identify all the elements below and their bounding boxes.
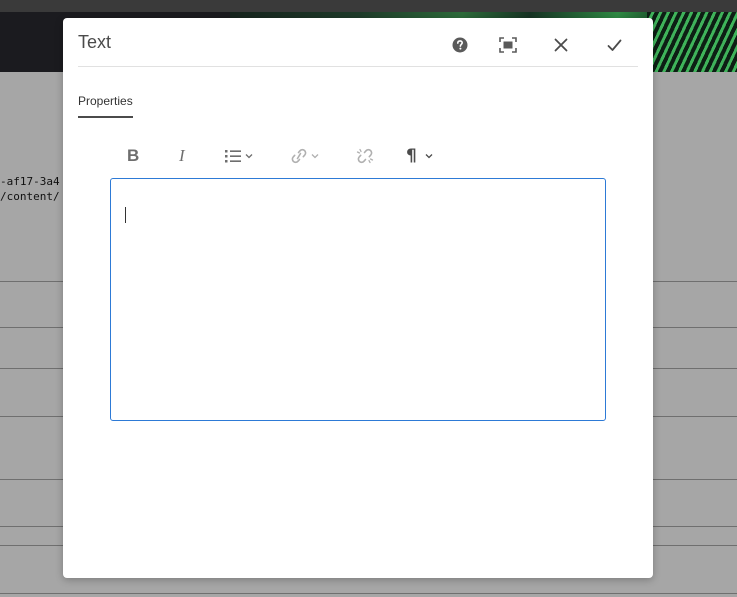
done-button[interactable] [601,32,627,58]
background-code-line: /content/ [0,190,60,203]
background-topbar [0,0,737,12]
chevron-down-icon [425,154,433,159]
link-button[interactable] [290,144,319,168]
paragraph-format-button[interactable]: ¶ [406,144,433,168]
header-divider [78,66,638,67]
fullscreen-button[interactable] [495,32,521,58]
chevron-down-icon [311,154,319,159]
italic-button[interactable]: I [179,144,185,168]
text-caret [125,207,126,223]
rich-text-editor[interactable] [110,178,606,421]
tab-properties[interactable]: Properties [78,94,133,118]
close-icon [554,38,568,52]
help-circle-icon [452,37,468,53]
checkmark-icon [607,39,621,51]
background-code-line: -af17-3a4 [0,175,60,188]
bold-button[interactable]: B [127,144,139,168]
unlink-icon [356,148,374,164]
link-icon [291,148,307,164]
text-dialog: Text Properties B I ¶ [63,18,653,578]
unlink-button[interactable] [356,144,374,168]
fullscreen-icon [499,37,517,53]
help-button[interactable] [447,32,473,58]
cancel-button[interactable] [548,32,574,58]
bulleted-list-icon [225,150,241,163]
dialog-title: Text [78,32,112,52]
background-divider [0,593,737,594]
list-button[interactable] [224,144,253,168]
paragraph-icon: ¶ [406,146,417,166]
chevron-down-icon [245,154,253,159]
